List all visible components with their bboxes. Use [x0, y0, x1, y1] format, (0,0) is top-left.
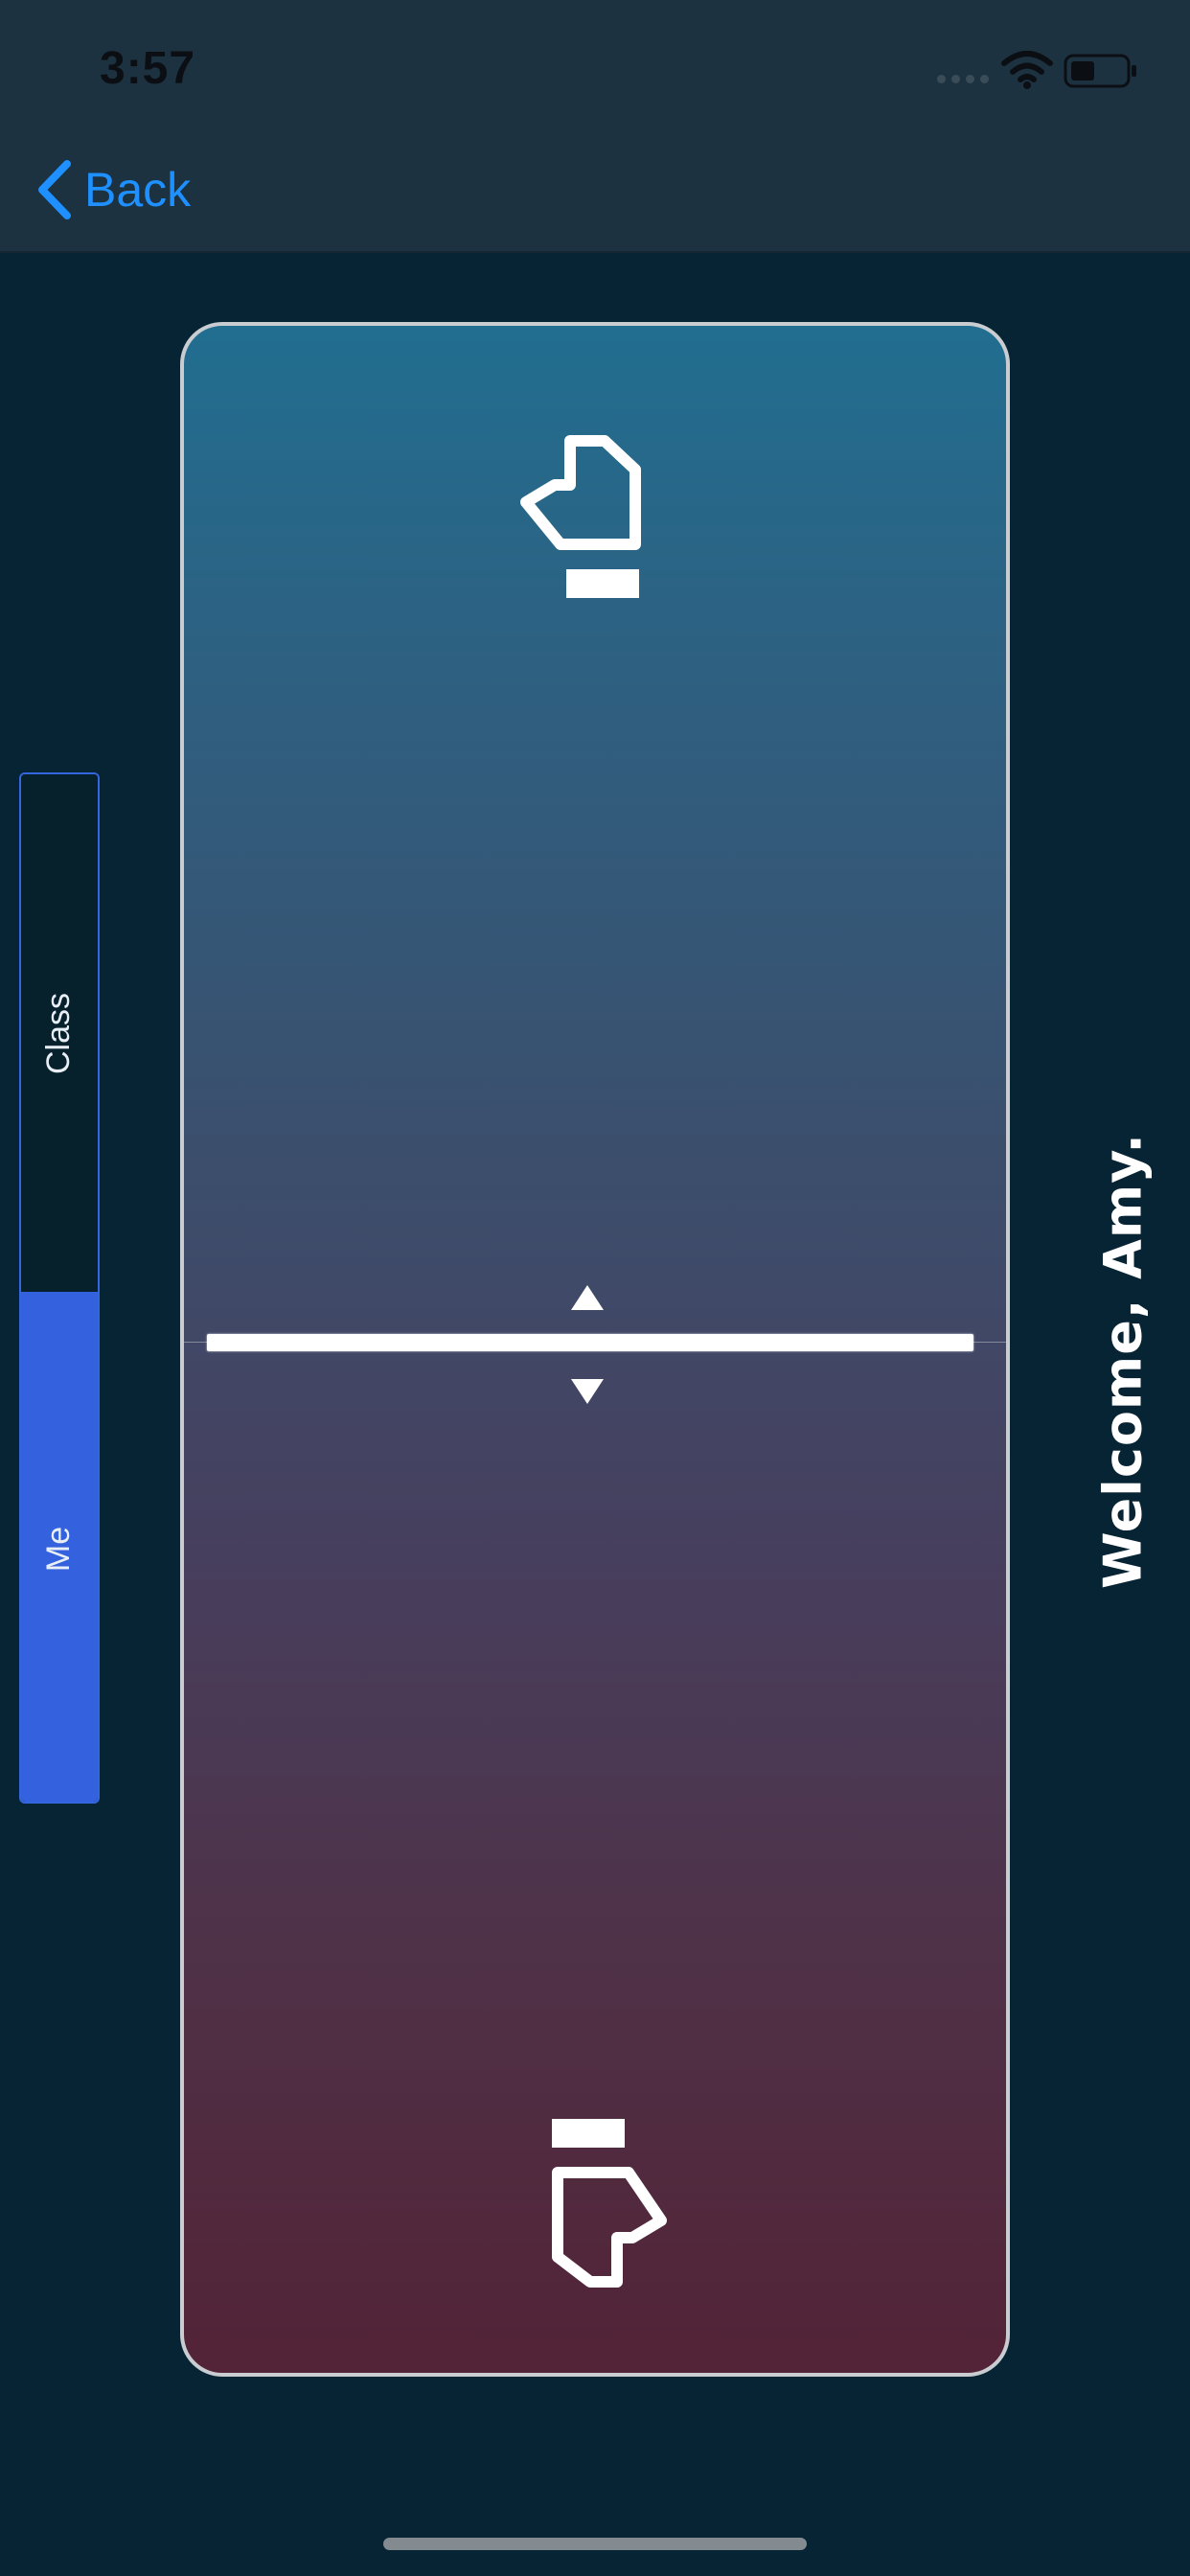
- welcome-message: Welcome, Amy.: [1092, 1133, 1154, 1589]
- wifi-icon: [1001, 51, 1053, 89]
- class-me-toggle: Class Me: [19, 772, 100, 1804]
- arrow-up-icon: [571, 1285, 604, 1310]
- back-label: Back: [84, 163, 192, 217]
- chevron-left-icon: [38, 160, 71, 219]
- arrow-down-icon: [571, 1379, 604, 1404]
- toggle-option-label: Class: [40, 992, 78, 1074]
- home-indicator: [383, 2538, 807, 2550]
- signal-dots-icon: [937, 75, 989, 83]
- status-time: 3:57: [100, 43, 196, 94]
- toggle-option-me[interactable]: Me: [21, 1292, 98, 1802]
- toggle-option-label: Me: [40, 1526, 78, 1572]
- hand-raised-icon: [520, 435, 641, 598]
- slider-handle[interactable]: [207, 1334, 973, 1351]
- battery-icon: [1064, 54, 1136, 88]
- toggle-option-class[interactable]: Class: [21, 774, 98, 1292]
- hand-lowered-icon: [552, 2119, 667, 2288]
- top-bar: 3:57 Back: [0, 0, 1190, 253]
- response-slider-card[interactable]: [180, 322, 1010, 2377]
- back-button[interactable]: Back: [34, 153, 191, 226]
